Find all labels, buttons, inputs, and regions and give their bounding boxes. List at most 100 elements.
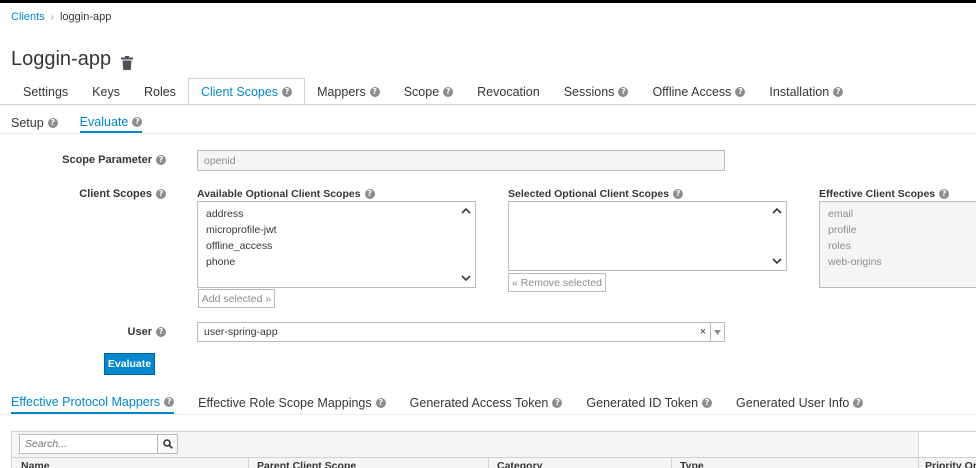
breadcrumb: Clients › loggin-app xyxy=(11,11,111,23)
scroll-up-icon[interactable] xyxy=(772,206,782,216)
help-icon[interactable]: ? xyxy=(156,327,166,337)
search-input[interactable] xyxy=(19,434,158,454)
help-icon[interactable]: ? xyxy=(939,189,950,199)
tab-label: Offline Access xyxy=(652,84,732,99)
subtab-evaluate[interactable]: Evaluate? xyxy=(79,110,143,133)
help-icon[interactable]: ? xyxy=(156,155,166,165)
help-icon[interactable]: ? xyxy=(364,189,375,199)
help-icon[interactable]: ? xyxy=(552,398,563,408)
list-item[interactable]: offline_access xyxy=(206,238,475,254)
column-header-category[interactable]: Category xyxy=(497,460,543,468)
scroll-down-icon[interactable] xyxy=(461,273,471,283)
page-title-row: Loggin-app xyxy=(11,48,134,71)
tab-effective-protocol-mappers[interactable]: Effective Protocol Mappers? xyxy=(11,389,175,414)
caret-down-icon[interactable] xyxy=(710,323,724,341)
button-label: « Remove selected xyxy=(512,276,602,289)
available-scopes-header: Available Optional Client Scopes? xyxy=(197,188,375,200)
help-icon[interactable]: ? xyxy=(47,117,58,128)
search-button[interactable] xyxy=(157,434,178,454)
help-icon[interactable]: ? xyxy=(375,398,386,408)
help-icon[interactable]: ? xyxy=(164,397,175,407)
tab-client-scopes[interactable]: Client Scopes? xyxy=(187,78,306,106)
button-label: Add selected » xyxy=(201,292,272,305)
add-selected-button[interactable]: Add selected » xyxy=(198,289,275,308)
effective-scopes-list: email profile roles web-origins xyxy=(819,201,976,288)
list-item[interactable]: phone xyxy=(206,254,475,270)
column-divider xyxy=(248,458,249,468)
button-label: Evaluate xyxy=(107,358,152,370)
column-header-type[interactable]: Type xyxy=(680,460,704,468)
evaluate-button[interactable]: Evaluate xyxy=(104,353,155,375)
column-divider xyxy=(671,458,672,468)
header-text: Available Optional Client Scopes xyxy=(197,188,361,200)
tab-generated-user-info[interactable]: Generated User Info? xyxy=(736,389,864,414)
list-item: web-origins xyxy=(828,256,882,268)
column-header-priority[interactable]: Priority Or xyxy=(925,460,976,468)
help-icon[interactable]: ? xyxy=(369,86,380,97)
user-select-value: user-spring-app xyxy=(204,326,278,338)
help-icon[interactable]: ? xyxy=(673,189,684,199)
subtab-label: Evaluate xyxy=(79,114,129,129)
tab-label: Mappers xyxy=(317,84,366,99)
available-scopes-list[interactable]: address microprofile-jwt offline_access … xyxy=(197,201,476,288)
help-icon[interactable]: ? xyxy=(156,189,166,199)
scroll-down-icon[interactable] xyxy=(772,256,782,266)
tab-generated-access-token[interactable]: Generated Access Token? xyxy=(410,389,563,414)
scope-parameter-input[interactable]: openid xyxy=(197,150,725,171)
page-title: Loggin-app xyxy=(11,48,112,70)
list-item[interactable]: microprofile-jwt xyxy=(206,222,475,238)
tab-installation[interactable]: Installation? xyxy=(757,78,855,105)
list-item[interactable]: address xyxy=(206,206,475,222)
subtab-setup[interactable]: Setup? xyxy=(11,110,58,133)
scroll-up-icon[interactable] xyxy=(461,206,471,216)
tab-label: Effective Protocol Mappers xyxy=(11,395,161,409)
client-scopes-label: Client Scopes? xyxy=(40,187,166,201)
tab-label: Roles xyxy=(143,84,176,99)
tab-roles[interactable]: Roles xyxy=(132,78,188,105)
tab-generated-id-token[interactable]: Generated ID Token? xyxy=(586,389,713,414)
tab-offline-access[interactable]: Offline Access? xyxy=(640,78,757,105)
tab-label: Installation xyxy=(769,84,830,99)
tab-scope[interactable]: Scope? xyxy=(392,78,465,105)
selected-scopes-header: Selected Optional Client Scopes? xyxy=(508,188,684,200)
remove-selected-button[interactable]: « Remove selected xyxy=(508,273,606,292)
clear-icon[interactable]: × xyxy=(696,326,710,338)
help-icon[interactable]: ? xyxy=(132,116,143,127)
selected-scopes-list[interactable] xyxy=(508,201,787,271)
list-item: email xyxy=(828,208,854,220)
user-label: User? xyxy=(40,325,166,339)
tab-label: Keys xyxy=(92,84,120,99)
tab-sessions[interactable]: Sessions? xyxy=(552,78,641,105)
tab-keys[interactable]: Keys xyxy=(80,78,132,105)
tab-effective-role-scope-mappings[interactable]: Effective Role Scope Mappings? xyxy=(198,389,386,414)
header-text: Selected Optional Client Scopes xyxy=(508,188,670,200)
tab-mappers[interactable]: Mappers? xyxy=(305,78,392,105)
client-tabs: Settings Keys Roles Client Scopes? Mappe… xyxy=(11,78,855,106)
trash-icon[interactable] xyxy=(121,53,134,70)
help-icon[interactable]: ? xyxy=(702,398,713,408)
help-icon[interactable]: ? xyxy=(853,398,864,408)
column-header-parent-client-scope[interactable]: Parent Client Scope xyxy=(257,460,356,468)
help-icon[interactable]: ? xyxy=(735,86,746,97)
help-icon[interactable]: ? xyxy=(282,87,293,97)
tab-settings[interactable]: Settings xyxy=(11,78,80,105)
help-icon[interactable]: ? xyxy=(833,86,844,97)
breadcrumb-clients-link[interactable]: Clients xyxy=(11,11,45,23)
label-text: Client Scopes xyxy=(79,188,152,200)
column-divider xyxy=(488,458,489,468)
tab-revocation[interactable]: Revocation xyxy=(465,78,552,105)
tab-label: Effective Role Scope Mappings xyxy=(198,396,372,410)
tab-label: Revocation xyxy=(477,84,540,99)
label-text: Scope Parameter xyxy=(62,154,152,166)
user-select[interactable]: user-spring-app × xyxy=(197,322,725,342)
list-item: profile xyxy=(828,224,857,236)
help-icon[interactable]: ? xyxy=(618,86,629,97)
tab-label: Scope xyxy=(403,84,440,99)
tab-label: Generated Access Token xyxy=(409,396,549,410)
tab-label: Sessions xyxy=(563,84,615,99)
breadcrumb-current: loggin-app xyxy=(59,11,112,23)
tabs-divider xyxy=(0,104,976,105)
subtab-label: Setup xyxy=(11,115,44,130)
column-header-name[interactable]: Name xyxy=(21,460,50,468)
help-icon[interactable]: ? xyxy=(443,86,454,97)
